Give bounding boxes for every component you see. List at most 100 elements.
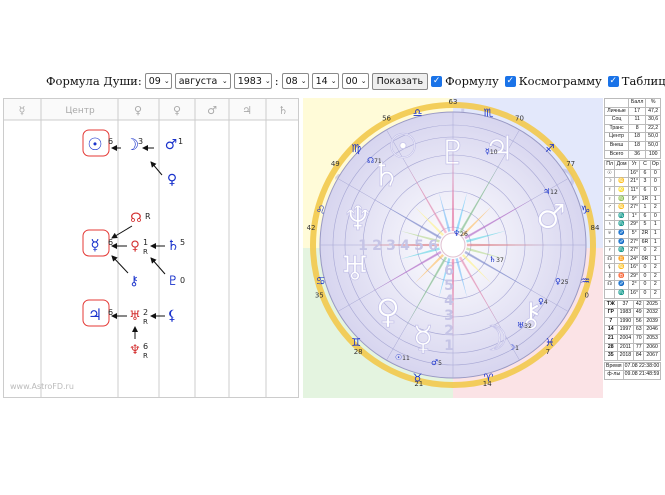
planet-row-cell: 1	[649, 228, 661, 239]
score-row-cell: 11	[628, 115, 647, 125]
years-row-cell: 21	[604, 334, 618, 344]
score-row: Внеш 18 50,0	[604, 140, 661, 151]
cosmogram-sign: ♍	[351, 142, 361, 155]
planet-row-cell: 9°	[627, 194, 641, 205]
planet-row-cell: 0	[639, 280, 651, 291]
planet-row: ☊ ♐ 2° 0 2	[604, 280, 661, 291]
formula-checkbox[interactable]: ✓	[431, 75, 443, 87]
cosmogram-ring-number: 2	[372, 238, 382, 254]
score-head-cell: Балл	[628, 98, 647, 108]
col-header-mars: ♂	[207, 104, 217, 117]
cosmogram-big-symbol: ♆	[343, 199, 373, 239]
venus2-num: 1	[143, 238, 148, 247]
col-header-venus-2: ♀	[173, 104, 181, 117]
years-table: ТЖ 37 42 2025 ГР 1983 49 2032 7 1990 56 2039 14 1997 6…	[604, 299, 661, 361]
planet-row: ☿ ♌ 11° 6 0	[604, 185, 661, 196]
planet-row-cell: 3	[639, 177, 651, 187]
cosmogram-sign: ♒	[580, 274, 590, 287]
planet-row-cell: 1R	[639, 194, 651, 205]
planet-row-cell: 16°	[627, 168, 641, 179]
planet-row-cell: 2	[649, 271, 661, 282]
planet-head-cell: Дом	[614, 160, 629, 170]
mars-num: 1	[178, 137, 183, 146]
years-head-cell: 42	[633, 299, 645, 310]
day-select[interactable]: 09 ⌄	[144, 73, 172, 89]
planet-row-cell: 2°	[627, 280, 641, 291]
cosmogram-ring-number-vertical: 5	[444, 278, 454, 294]
jupiter-center-symbol: ♃	[88, 305, 102, 324]
saturn-symbol: ♄	[167, 238, 180, 254]
planet-row-cell: 6	[639, 185, 651, 196]
cosmogram-ring-number-vertical: 4	[444, 293, 454, 309]
month-select[interactable]: августа ⌄	[174, 73, 231, 89]
planet-row: ⚷ ♉ 29° 0 2	[604, 271, 661, 282]
score-row: Всего 36 100	[604, 149, 661, 160]
cosmogram-ring-number-vertical: 6	[444, 263, 454, 279]
years-head-cell: 2025	[643, 299, 661, 310]
years-row-cell: ГР	[604, 308, 618, 318]
second-select[interactable]: 00 ⌄	[341, 73, 369, 89]
cosmogram-planet-label: ♃12	[543, 187, 558, 196]
planet-row-cell: ♆	[604, 237, 616, 248]
years-row: 21 2004 70 2053	[604, 334, 661, 344]
years-row-cell: 2011	[616, 342, 635, 353]
minute-select[interactable]: 14 ⌄	[311, 73, 339, 89]
score-row-cell: 47,2	[645, 106, 661, 117]
col-header-jupiter: ♃	[242, 104, 252, 117]
cosmogram-ring-number: 4	[400, 238, 410, 254]
planet-head-cell: Пл	[604, 160, 616, 170]
moon-num: 3	[138, 137, 143, 146]
cosmogram-degree-label: 35	[315, 292, 324, 300]
years-row-cell: 28	[604, 342, 618, 353]
cosmogram-checkbox[interactable]: ✓	[504, 75, 516, 87]
years-row-cell: 1997	[616, 325, 635, 336]
score-row-cell: Внеш	[604, 140, 630, 151]
score-row-cell: 8	[628, 123, 647, 134]
planet-row-cell: 27°	[627, 203, 641, 213]
hour-select[interactable]: 08 ⌄	[281, 73, 309, 89]
cosmogram-degree-label: 77	[566, 160, 575, 168]
score-row-cell: Соц	[604, 115, 630, 125]
score-row: Транс 8 22,2	[604, 123, 661, 134]
cosmogram-sign: ♌	[316, 204, 326, 217]
planet-row: ♆ ♐ 27° 6R 1	[604, 237, 661, 248]
planet-row-cell: 0	[639, 246, 651, 256]
planet-row-cell: ☊	[604, 280, 616, 291]
cosmogram-sign: ♑	[580, 204, 590, 217]
planet-row-cell: ♅	[604, 228, 616, 239]
planet-row-cell: 6	[639, 168, 651, 179]
formula-label: Формула Души:	[46, 74, 142, 88]
table-checkbox[interactable]: ✓	[607, 75, 619, 87]
planet-row-cell: 2	[649, 289, 661, 299]
score-row-cell: 100	[645, 149, 661, 160]
score-row-cell: Транс	[604, 123, 630, 134]
planet-row: ♂ ♋ 27° 1 2	[604, 203, 661, 213]
planet-row-cell: 6	[639, 211, 651, 222]
time-row-cell: 09.08 21:48:59	[622, 370, 661, 380]
planet-row-cell	[604, 289, 616, 299]
col-header-mercury: ☿	[19, 104, 26, 117]
neptune-retro: R	[143, 352, 148, 360]
years-row-cell: 2067	[643, 351, 661, 361]
planet-row-cell: ⚷	[604, 271, 616, 282]
planet-row-cell: 0	[649, 211, 661, 222]
cosmogram-planet-label: ♅32	[517, 321, 532, 330]
cosmogram-big-symbol: ☽	[478, 319, 508, 359]
cosmogram-big-symbol: ♅	[340, 249, 370, 289]
years-row: ГР 1983 49 2032	[604, 308, 661, 318]
cosmogram-big-symbol: ♂	[536, 197, 566, 237]
planet-row-cell: ♄	[604, 220, 616, 230]
formula-panel: ☿ Центр ♀ ♀ ♂ ♃ ♄ ☉ 6 ☽ 3 ♂ 1 ♀ ☊ R ☿ 6 …	[3, 98, 299, 398]
planet-row: ♄ ♏ 29° 5 1	[604, 220, 661, 230]
planet-head-cell: Ор	[649, 160, 661, 170]
score-row-cell: 18	[628, 140, 647, 151]
planet-row-cell: ♊	[614, 254, 629, 265]
years-row-cell: 63	[633, 325, 645, 336]
show-button[interactable]: Показать	[371, 72, 429, 90]
years-row-cell: 1990	[616, 316, 635, 327]
cosmogram-degree-label: 42	[307, 224, 316, 232]
planet-row-cell: ♋	[614, 203, 629, 213]
year-select[interactable]: 1983 ⌄	[233, 73, 272, 89]
years-row: 7 1990 56 2039	[604, 316, 661, 327]
planet-row-cell: 2	[649, 246, 661, 256]
